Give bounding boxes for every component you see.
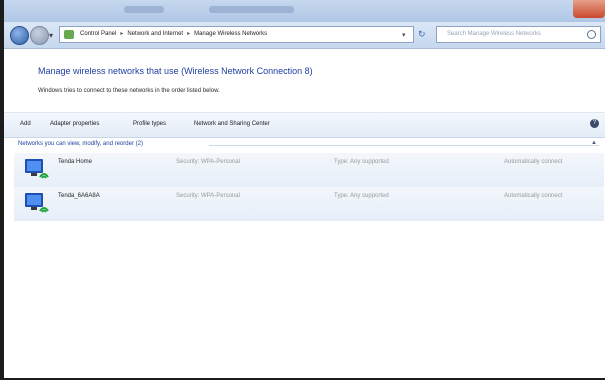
- breadcrumb-separator-icon[interactable]: ▸: [187, 31, 190, 37]
- network-sharing-center-link[interactable]: Network and Sharing Center: [194, 121, 270, 127]
- page-description: Windows tries to connect to these networ…: [38, 88, 220, 94]
- network-type: Type: Any supported: [334, 193, 389, 199]
- wireless-network-icon: [25, 159, 49, 179]
- close-button[interactable]: [573, 0, 605, 18]
- refresh-icon[interactable]: ↻: [418, 29, 426, 40]
- explorer-window: ▾ Control Panel ▸ Network and Internet ▸ Man…: [0, 0, 605, 380]
- breadcrumb-separator-icon[interactable]: ▸: [120, 31, 123, 37]
- collapse-chevron-icon[interactable]: ▲: [591, 140, 597, 146]
- adapter-properties-button[interactable]: Adapter properties: [50, 121, 99, 127]
- control-panel-icon: [64, 30, 74, 39]
- breadcrumb-network-internet[interactable]: Network and Internet: [127, 31, 183, 37]
- forward-button[interactable]: [30, 26, 49, 45]
- network-row-tenda-home[interactable]: Tenda Home Security: WPA-Personal Type: …: [14, 153, 604, 187]
- network-name: Tenda_6A6A8A: [58, 193, 100, 199]
- title-bar-blur: [209, 6, 294, 13]
- page-title: Manage wireless networks that use (Wirel…: [38, 66, 313, 76]
- network-group-header[interactable]: Networks you can view, modify, and reord…: [18, 141, 143, 147]
- connection-mode: Automatically connect: [504, 159, 563, 165]
- network-type: Type: Any supported: [334, 159, 389, 165]
- network-row-tenda-6a6a8a[interactable]: Tenda_6A6A8A Security: WPA-Personal Type…: [14, 187, 604, 221]
- help-icon[interactable]: ?: [590, 119, 599, 128]
- recent-pages-chevron-icon[interactable]: ▾: [49, 31, 53, 40]
- address-bar-row: ▾ Control Panel ▸ Network and Internet ▸ Man…: [4, 22, 605, 49]
- address-field[interactable]: Control Panel ▸ Network and Internet ▸ Manag…: [59, 26, 414, 43]
- wireless-network-icon: [25, 193, 49, 213]
- network-security: Security: WPA-Personal: [176, 159, 240, 165]
- network-security: Security: WPA-Personal: [176, 193, 240, 199]
- back-button[interactable]: [10, 26, 29, 45]
- connection-mode: Automatically connect: [504, 193, 563, 199]
- search-icon[interactable]: [587, 30, 596, 39]
- profile-types-button[interactable]: Profile types: [133, 121, 166, 127]
- breadcrumb-control-panel[interactable]: Control Panel: [80, 31, 116, 37]
- title-bar-blur: [124, 6, 164, 13]
- add-button[interactable]: Add: [20, 121, 31, 127]
- search-input[interactable]: Search Manage Wireless Networks: [436, 26, 601, 43]
- network-name: Tenda Home: [58, 159, 93, 165]
- command-toolbar: Add Adapter properties Profile types Net…: [4, 112, 605, 138]
- breadcrumb-manage-wireless[interactable]: Manage Wireless Networks: [194, 31, 267, 37]
- title-bar: [4, 0, 605, 22]
- group-divider: [209, 145, 599, 146]
- address-dropdown-icon[interactable]: ▾: [402, 31, 406, 39]
- search-placeholder: Search Manage Wireless Networks: [447, 31, 541, 37]
